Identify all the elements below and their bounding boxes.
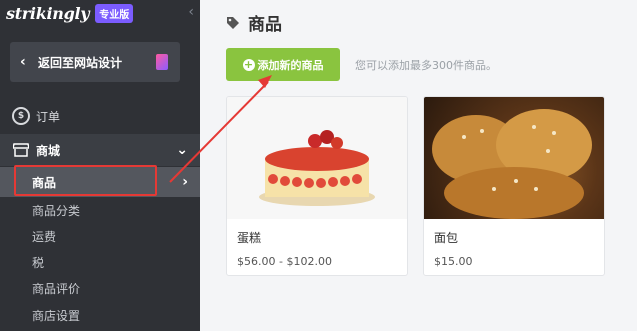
sidebar-item-shop[interactable]: 商城 ⌄ — [0, 134, 200, 166]
sidebar-item-label: 商城 — [36, 143, 61, 158]
chevron-down-icon: ⌄ — [176, 142, 188, 158]
sidebar-item-reviews[interactable]: 商品评价 — [0, 276, 200, 300]
sidebar-item-shipping[interactable]: 运费 — [0, 224, 200, 248]
collapse-icon[interactable]: ‹ — [188, 4, 194, 20]
product-name: 面包 — [434, 231, 459, 245]
back-label: 返回至网站设计 — [38, 55, 123, 70]
logo: strikingly — [6, 3, 90, 23]
sidebar-item-label: 商品评价 — [32, 281, 81, 296]
dollar-icon: $ — [10, 107, 32, 125]
sidebar-item-orders[interactable]: $ 订单 — [0, 104, 200, 128]
bread-image — [424, 97, 604, 219]
product-price: $56.00 - $102.00 — [237, 255, 332, 268]
page-title: 商品 — [226, 10, 282, 35]
add-product-button[interactable]: + 添加新的商品 — [226, 48, 340, 81]
cake-image — [227, 97, 407, 219]
brand: strikingly 专业版 — [6, 2, 134, 24]
product-name: 蛋糕 — [237, 231, 262, 245]
page-title-text: 商品 — [248, 15, 282, 35]
product-card-bread[interactable]: 面包 $15.00 — [423, 96, 605, 276]
tag-icon — [227, 16, 239, 29]
main-panel: 商品 + 添加新的商品 您可以添加最多300件商品。 蛋糕 $56.00 - $… — [200, 0, 637, 331]
product-limit-hint: 您可以添加最多300件商品。 — [355, 59, 497, 72]
plus-icon: + — [242, 57, 255, 71]
sidebar-item-label: 商品分类 — [32, 203, 81, 218]
product-price: $15.00 — [434, 255, 473, 268]
product-card-cake[interactable]: 蛋糕 $56.00 - $102.00 — [226, 96, 408, 276]
sidebar-item-label: 商店设置 — [32, 308, 81, 323]
pro-badge: 专业版 — [95, 3, 134, 23]
sidebar-item-store-settings[interactable]: 商店设置 — [0, 303, 200, 327]
sidebar-item-categories[interactable]: 商品分类 — [0, 198, 200, 222]
chevron-right-icon: › — [182, 174, 188, 190]
highlight-box — [14, 165, 157, 196]
document-icon — [156, 54, 168, 70]
back-to-site-design-button[interactable]: ‹ 返回至网站设计 — [10, 42, 180, 82]
chevron-left-icon: ‹ — [20, 54, 26, 70]
sidebar-item-label: 税 — [32, 255, 45, 270]
sidebar-item-label: 运费 — [32, 229, 57, 244]
store-icon — [10, 143, 32, 157]
sidebar-item-label: 订单 — [36, 109, 61, 124]
sidebar-item-tax[interactable]: 税 — [0, 250, 200, 274]
add-product-label: 添加新的商品 — [257, 58, 324, 72]
